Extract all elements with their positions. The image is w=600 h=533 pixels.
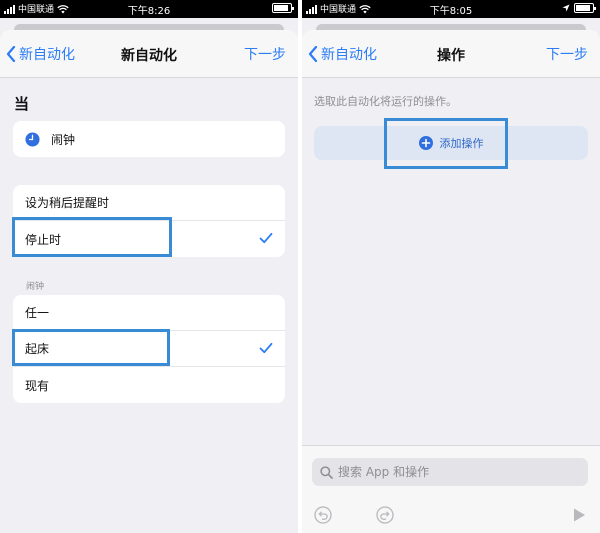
undo-icon[interactable] bbox=[314, 506, 332, 524]
alarm-group-label: 闹钟 bbox=[26, 282, 45, 292]
nav-bar: 新自动化 新自动化 下一步 bbox=[0, 30, 298, 78]
chevron-left-icon bbox=[6, 46, 16, 62]
back-label: 新自动化 bbox=[19, 47, 75, 63]
battery-icon bbox=[272, 3, 294, 13]
trigger-card[interactable]: 闹钟 bbox=[13, 121, 285, 157]
action-search-sheet bbox=[302, 445, 600, 533]
right-screen: 中国联通 下午8:05 新自动化 操作 下一步 选取此自动化将运行的操作。 添加… bbox=[302, 0, 600, 533]
when-options-card: 设为稍后提醒时 停止时 bbox=[13, 185, 285, 257]
instruction-text: 选取此自动化将运行的操作。 bbox=[314, 95, 457, 108]
alarm-option-wake-up[interactable]: 起床 bbox=[13, 331, 285, 367]
trigger-label: 闹钟 bbox=[51, 132, 76, 147]
add-action-button[interactable]: 添加操作 bbox=[314, 126, 588, 160]
status-time: 下午8:26 bbox=[127, 6, 171, 17]
add-action-label: 添加操作 bbox=[439, 137, 484, 150]
battery-icon bbox=[574, 3, 596, 13]
redo-icon[interactable] bbox=[376, 506, 394, 524]
option-label: 停止时 bbox=[25, 232, 62, 247]
option-label: 现有 bbox=[25, 378, 50, 393]
back-button[interactable]: 新自动化 bbox=[308, 44, 377, 64]
next-button[interactable]: 下一步 bbox=[244, 44, 286, 64]
search-bar[interactable] bbox=[312, 458, 588, 486]
next-button[interactable]: 下一步 bbox=[546, 44, 588, 64]
location-icon bbox=[562, 4, 570, 12]
option-label: 设为稍后提醒时 bbox=[25, 196, 110, 210]
alarm-option-existing[interactable]: 现有 bbox=[13, 367, 285, 403]
chevron-left-icon bbox=[308, 46, 318, 62]
trigger-row[interactable]: 闹钟 bbox=[13, 121, 285, 157]
play-icon[interactable] bbox=[570, 506, 588, 524]
alarm-option-any[interactable]: 任一 bbox=[13, 295, 285, 331]
checkmark-icon bbox=[259, 232, 273, 244]
checkmark-icon bbox=[259, 342, 273, 354]
section-title: 当 bbox=[14, 95, 30, 113]
back-button[interactable]: 新自动化 bbox=[6, 44, 75, 64]
option-label: 任一 bbox=[25, 306, 50, 320]
back-label: 新自动化 bbox=[321, 47, 377, 63]
nav-bar: 新自动化 操作 下一步 bbox=[302, 30, 600, 78]
plus-circle-icon bbox=[418, 136, 433, 150]
status-bar: 中国联通 下午8:26 bbox=[0, 0, 298, 18]
status-time: 下午8:05 bbox=[429, 6, 473, 17]
option-stopped[interactable]: 停止时 bbox=[13, 221, 285, 257]
left-screen: 中国联通 下午8:26 新自动化 新自动化 下一步 当 闹钟 设为稍后提醒时 停… bbox=[0, 0, 298, 533]
status-bar: 中国联通 下午8:05 bbox=[302, 0, 600, 18]
alarm-options-card: 任一 起床 现有 bbox=[13, 295, 285, 403]
option-snooze[interactable]: 设为稍后提醒时 bbox=[13, 185, 285, 221]
clock-icon bbox=[25, 131, 40, 147]
search-icon bbox=[320, 465, 333, 479]
option-label: 起床 bbox=[25, 342, 50, 356]
search-input[interactable] bbox=[338, 465, 558, 479]
